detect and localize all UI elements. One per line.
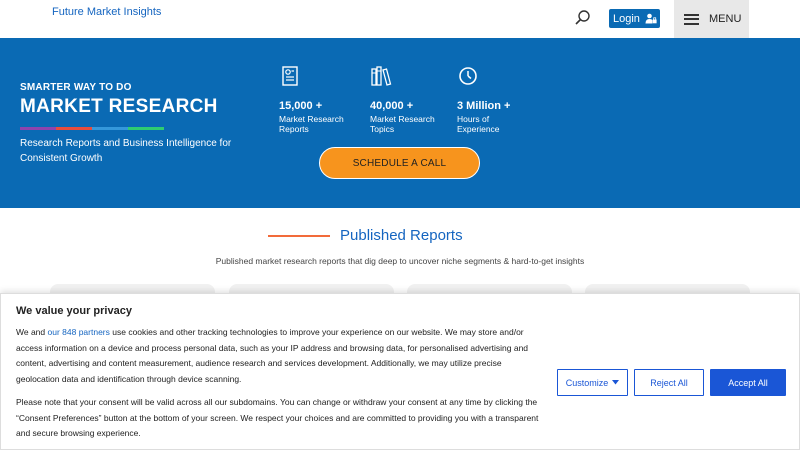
schedule-call-button[interactable]: SCHEDULE A CALL xyxy=(319,147,480,179)
stat-topics-value: 40,000 + xyxy=(370,100,414,112)
stat-reports-label-2: Reports xyxy=(279,124,309,134)
menu-label: MENU xyxy=(709,13,742,25)
section-title-line xyxy=(268,235,330,237)
clock-icon xyxy=(459,67,477,85)
consent-text-before: We and xyxy=(16,327,48,337)
brand-logo-text[interactable]: Future Market Insights xyxy=(52,6,161,18)
partners-link[interactable]: our 848 partners xyxy=(48,327,110,337)
customize-label: Customize xyxy=(565,377,609,388)
stat-topics-label-1: Market Research xyxy=(370,114,435,124)
books-icon xyxy=(371,66,392,86)
stat-topics-label-2: Topics xyxy=(370,124,395,134)
section-title: Published Reports xyxy=(340,227,463,244)
hero-banner: SMARTER WAY TO DO MARKET RESEARCH Resear… xyxy=(0,38,800,208)
hero-eyebrow: SMARTER WAY TO DO xyxy=(20,82,132,93)
stat-reports-label-1: Market Research xyxy=(279,114,344,124)
stat-hours: 3 Million + Hours of Experience xyxy=(457,65,537,134)
consent-paragraph-1: We and our 848 partners use cookies and … xyxy=(16,325,541,387)
section-description: Published market research reports that d… xyxy=(215,256,585,266)
stat-reports-value: 15,000 + xyxy=(279,100,323,112)
reject-all-button[interactable]: Reject All xyxy=(634,369,704,396)
hamburger-icon xyxy=(684,13,699,25)
search-button[interactable] xyxy=(574,9,592,27)
report-document-icon xyxy=(282,66,298,86)
login-button[interactable]: Login xyxy=(609,9,660,28)
login-label: Login xyxy=(613,12,640,25)
search-icon xyxy=(575,10,590,25)
stat-hours-value: 3 Million + xyxy=(457,100,511,112)
hero-subtitle: Research Reports and Business Intelligen… xyxy=(20,138,232,164)
user-lock-icon xyxy=(645,13,657,24)
consent-title: We value your privacy xyxy=(16,305,132,317)
accept-all-button[interactable]: Accept All xyxy=(710,369,786,396)
customize-button[interactable]: Customize xyxy=(557,369,628,396)
stat-hours-label-2: Experience xyxy=(457,124,500,134)
consent-paragraph-2: Please note that your consent will be va… xyxy=(16,397,539,438)
stat-topics: 40,000 + Market Research Topics xyxy=(370,65,450,134)
rainbow-divider xyxy=(20,127,164,130)
stat-reports: 15,000 + Market Research Reports xyxy=(279,65,359,134)
hero-headline: MARKET RESEARCH xyxy=(20,96,218,117)
caret-down-icon xyxy=(612,380,620,385)
menu-button[interactable]: MENU xyxy=(674,0,749,38)
stat-hours-label-1: Hours of xyxy=(457,114,490,124)
top-header: Future Market Insights Login MENU xyxy=(0,0,800,38)
cookie-consent-banner: We value your privacy We and our 848 par… xyxy=(0,293,800,450)
